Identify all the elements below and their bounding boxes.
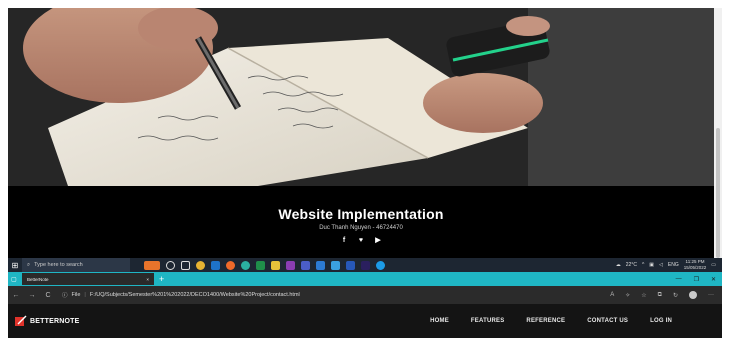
windows-taskbar: ⊞ ⌕ Type here to search ☁ 22°C ^ ▣ ◁ ENG… xyxy=(8,258,722,272)
cloud-icon: ☁ xyxy=(615,262,621,268)
tab-close-icon[interactable]: × xyxy=(146,277,149,282)
favorites-star-icon[interactable]: ☆ xyxy=(641,292,646,299)
window-controls: — ❐ ✕ xyxy=(676,276,722,283)
firefox-icon[interactable] xyxy=(226,260,235,270)
taskbar-search-box[interactable]: ⌕ Type here to search xyxy=(22,258,130,272)
footer-author: Duc Thanh Nguyen - 46724470 xyxy=(319,225,403,231)
word-icon[interactable] xyxy=(346,260,355,270)
tab-actions-icon[interactable]: ▢ xyxy=(11,276,17,283)
url-text: F:/UQ/Subjects/Semester%201%202022/DECO1… xyxy=(89,292,300,298)
info-icon[interactable]: ⓘ xyxy=(62,291,68,299)
facebook-icon[interactable]: f xyxy=(340,236,348,244)
browser-tab-betternote[interactable]: BetterNote × xyxy=(22,273,154,285)
browser-toolbar-right: A ✧ ☆ ⧉ ↻ ··· xyxy=(610,291,722,299)
premiere-icon[interactable] xyxy=(361,260,370,270)
excel-icon[interactable] xyxy=(256,260,265,270)
twitter-icon[interactable]: ♥ xyxy=(357,236,365,244)
photos-icon[interactable] xyxy=(331,260,340,270)
onenote-icon[interactable] xyxy=(286,260,295,270)
nav-contact-us[interactable]: CONTACT US xyxy=(587,318,628,324)
skype-icon[interactable] xyxy=(376,260,385,270)
vertical-scrollbar[interactable] xyxy=(714,8,722,258)
nav-log-in[interactable]: LOG IN xyxy=(650,318,672,324)
volume-icon[interactable]: ◁ xyxy=(659,262,663,268)
windows-start-icon[interactable]: ⊞ xyxy=(8,258,22,272)
maximize-button[interactable]: ❐ xyxy=(694,276,699,283)
url-field[interactable]: ⓘ File | F:/UQ/Subjects/Semester%201%202… xyxy=(62,291,300,299)
system-tray: ☁ 22°C ^ ▣ ◁ ENG 11:25 PM 15/05/2022 ▭ xyxy=(616,259,722,271)
nav-features[interactable]: FEATURES xyxy=(471,318,505,324)
search-icon: ⌕ xyxy=(27,261,31,268)
language-indicator[interactable]: ENG xyxy=(668,262,679,268)
outlook-icon[interactable] xyxy=(211,260,220,270)
refresh-button[interactable]: C xyxy=(40,292,56,299)
footer-title: Website Implementation xyxy=(278,206,444,222)
network-icon[interactable]: ▣ xyxy=(649,262,654,268)
back-button[interactable]: ← xyxy=(8,292,24,299)
hero-photo xyxy=(8,8,714,186)
logo-text: BETTERNOTE xyxy=(30,317,80,325)
notification-icon[interactable]: ▭ xyxy=(711,262,716,268)
weather-widget-icon[interactable] xyxy=(144,260,160,270)
site-footer: Website Implementation Duc Thanh Nguyen … xyxy=(8,186,714,258)
browser-address-bar: ← → C ⓘ File | F:/UQ/Subjects/Semester%2… xyxy=(8,286,722,304)
hero-image xyxy=(8,8,714,186)
extension-icon[interactable]: ✧ xyxy=(625,292,630,299)
tab-title: BetterNote xyxy=(27,276,49,282)
file-label: File xyxy=(71,292,81,298)
nav-reference[interactable]: REFERENCE xyxy=(526,318,565,324)
teams-icon[interactable] xyxy=(301,260,310,270)
chevron-up-icon[interactable]: ^ xyxy=(642,262,644,268)
minimize-button[interactable]: — xyxy=(676,276,682,283)
site-navbar: BETTERNOTE HOME FEATURES REFERENCE CONTA… xyxy=(8,304,722,338)
chrome-icon[interactable] xyxy=(196,260,205,270)
site-logo[interactable]: BETTERNOTE xyxy=(15,315,79,327)
forward-button[interactable]: → xyxy=(24,292,40,299)
clock-date: 15/05/2022 xyxy=(683,265,707,270)
nav-home[interactable]: HOME xyxy=(430,318,449,324)
logo-pen-icon xyxy=(15,315,27,326)
mail-icon[interactable] xyxy=(316,260,325,270)
taskbar-pinned-apps xyxy=(144,260,385,270)
weather-temp[interactable]: 22°C xyxy=(626,262,637,268)
page-viewport: Website Implementation Duc Thanh Nguyen … xyxy=(8,8,714,258)
collections-icon[interactable]: ⧉ xyxy=(658,292,662,299)
history-icon[interactable]: ↻ xyxy=(673,292,678,299)
edge-icon[interactable] xyxy=(241,260,250,270)
profile-avatar[interactable] xyxy=(689,291,697,299)
close-window-button[interactable]: ✕ xyxy=(711,276,716,283)
url-separator: | xyxy=(84,292,86,298)
more-options-icon[interactable]: ··· xyxy=(708,292,714,298)
read-aloud-icon[interactable]: A xyxy=(610,292,614,298)
taskbar-search-placeholder: Type here to search xyxy=(34,262,83,268)
main-menu: HOME FEATURES REFERENCE CONTACT US LOG I… xyxy=(430,318,722,324)
task-view-icon[interactable] xyxy=(181,260,190,270)
taskbar-clock[interactable]: 11:25 PM 15/05/2022 xyxy=(684,259,707,271)
scrollbar-thumb[interactable] xyxy=(716,128,720,258)
browser-tab-strip: ▢ BetterNote × + — ❐ ✕ xyxy=(8,272,722,286)
new-tab-button[interactable]: + xyxy=(159,274,164,284)
cortana-icon[interactable] xyxy=(166,260,175,270)
youtube-icon[interactable]: ▶ xyxy=(374,236,382,244)
social-links: f ♥ ▶ xyxy=(8,236,714,245)
explorer-icon[interactable] xyxy=(271,260,280,270)
